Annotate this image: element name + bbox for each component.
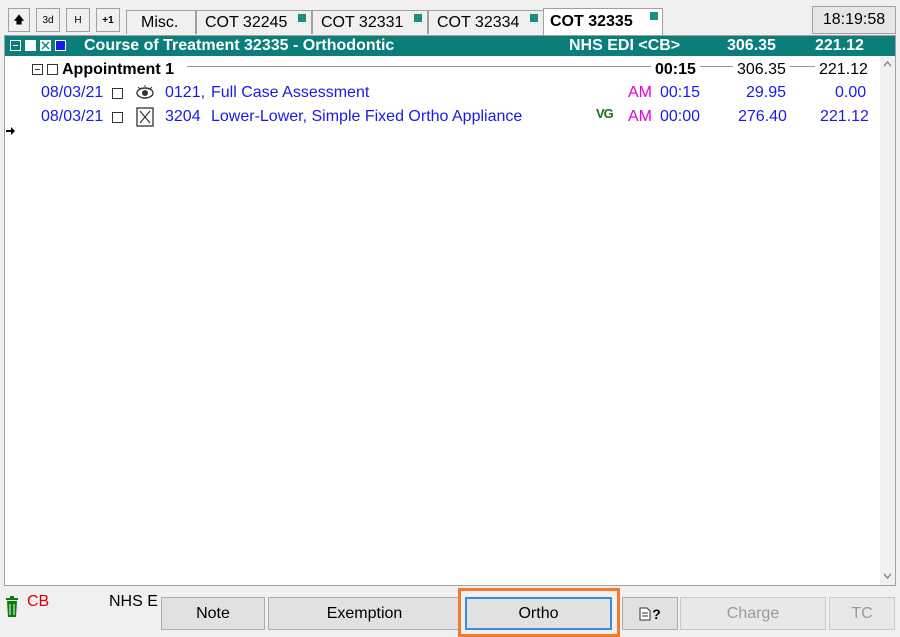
scroll-down-icon[interactable] [883,573,892,580]
help-label: ? [652,605,661,622]
document-icon [639,607,651,620]
appointment-row[interactable]: Appointment 1 00:15 306.35 221.12 [5,58,879,80]
item-period: AM [628,84,652,101]
item-date: 08/03/21 [41,84,104,101]
appointment-collapse-icon[interactable] [32,64,43,75]
course-cross-box-icon[interactable] [40,40,51,51]
course-checkbox[interactable] [25,40,36,51]
tab-label: COT 32245 [205,13,288,31]
exemption-status: NHS E [109,593,158,610]
tab-marker-icon [530,14,538,22]
course-charge: 221.12 [815,37,864,54]
item-time: 00:15 [660,84,701,101]
item-charge: 0.00 [835,84,867,101]
tab-marker-icon [650,12,658,20]
tab-label: COT 32331 [321,13,404,31]
tab-label: Misc. [141,13,179,31]
tab-cot-32245[interactable]: COT 32245 [196,10,312,34]
item-date: 08/03/21 [41,108,104,125]
appointment-charge: 221.12 [815,61,872,79]
appointment-total: 306.35 [733,61,790,79]
charge-button[interactable]: Charge [680,597,826,630]
item-description: Lower-Lower, Simple Fixed Ortho Applianc… [211,108,523,125]
appointment-checkbox[interactable] [47,64,58,75]
three-d-button[interactable]: 3d [36,8,60,32]
item-code: 3204 [165,108,201,125]
clock: 18:19:58 [812,6,896,34]
treatment-panel: Course of Treatment 32335 - Orthodontic … [4,35,896,586]
course-color-icon [55,40,66,51]
tab-marker-icon [414,14,422,22]
tab-cot-32335[interactable]: COT 32335 [543,8,663,35]
tab-label: COT 32334 [437,13,520,31]
appointment-label: Appointment 1 [62,61,174,78]
item-time: 00:00 [660,108,701,125]
tab-cot-32334[interactable]: COT 32334 [428,10,544,34]
appointment-time: 00:15 [651,61,700,79]
course-total: 306.35 [727,37,776,54]
h-button[interactable]: H [66,8,90,32]
item-charge: 221.12 [820,108,869,125]
item-total: 29.95 [746,84,787,101]
collapse-icon[interactable] [10,40,21,51]
scroll-up-icon[interactable] [883,60,892,67]
up-arrow-icon: 🡅 [13,13,25,26]
appliance-icon [136,107,154,127]
eye-icon [135,84,155,102]
tab-cot-32331[interactable]: COT 32331 [312,10,428,34]
course-title: Course of Treatment 32335 - Orthodontic [84,37,395,54]
exemption-button[interactable]: Exemption [268,597,461,630]
course-header[interactable]: Course of Treatment 32335 - Orthodontic … [5,36,895,56]
treatment-item-row[interactable]: 08/03/21 3204 Lower-Lower, Simple Fixed … [5,106,879,128]
note-button[interactable]: Note [161,597,265,630]
item-period: AM [628,108,652,125]
status-code: CB [27,593,50,610]
item-checkbox[interactable] [112,88,123,99]
tc-button[interactable]: TC [829,597,895,630]
item-total: 276.40 [738,108,787,125]
trash-icon[interactable] [4,596,20,618]
current-row-arrow-icon [6,123,16,135]
vertical-scrollbar[interactable] [880,56,895,585]
item-description: Full Case Assessment [211,84,370,101]
treatment-item-row[interactable]: 08/03/21 0121, Full Case Assessment AM 0… [5,82,879,104]
item-code: 0121, [165,84,206,101]
up-arrow-button[interactable]: 🡅 [8,8,30,32]
tab-marker-icon [298,14,306,22]
tab-label: COT 32335 [550,13,633,30]
tab-misc[interactable]: Misc. [126,10,196,34]
vg-badge-icon: VG [596,106,614,121]
course-claim: NHS EDI <CB> [569,37,681,54]
plus-one-button[interactable]: +1 [96,8,120,32]
ortho-button[interactable]: Ortho [465,597,612,630]
item-checkbox[interactable] [112,112,123,123]
help-button[interactable]: ? [622,597,678,630]
